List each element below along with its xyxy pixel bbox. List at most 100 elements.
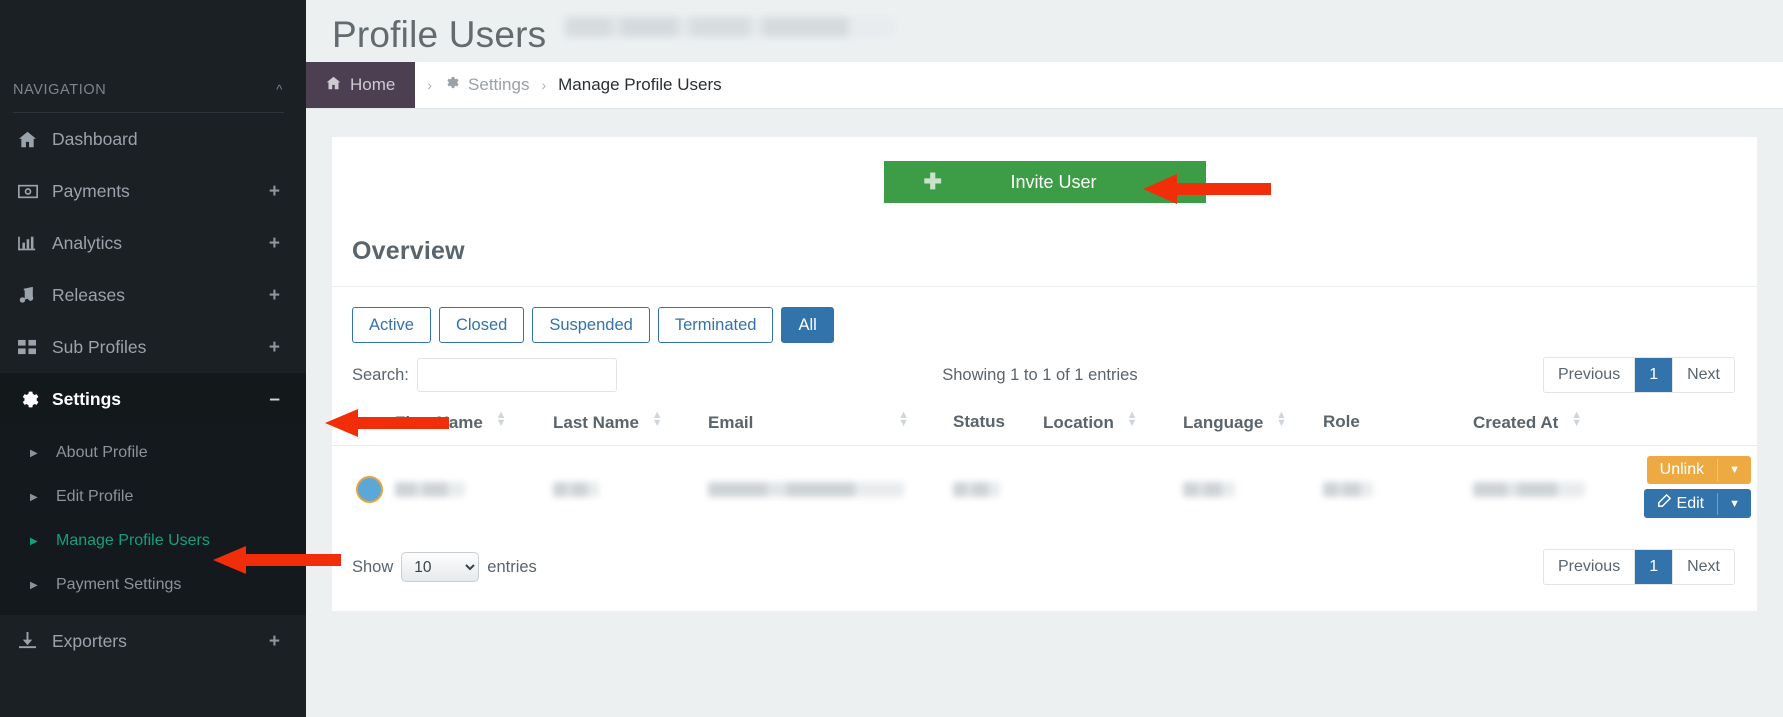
- plus-icon: ✚: [923, 169, 942, 194]
- entries-per-page-select[interactable]: 10: [401, 552, 480, 582]
- expander-minus-icon[interactable]: –: [269, 390, 280, 409]
- pagination-page-1-button[interactable]: 1: [1635, 550, 1674, 584]
- unlink-button-group: Unlink ▼: [1643, 456, 1751, 484]
- tab-all[interactable]: All: [781, 307, 834, 343]
- table-body: Unlink ▼ Edit ▼: [332, 446, 1757, 534]
- pagination-next-button[interactable]: Next: [1673, 358, 1734, 392]
- column-avatar: [332, 403, 389, 446]
- edit-label: Edit: [1676, 494, 1705, 512]
- edit-button-group: Edit ▼: [1643, 489, 1751, 518]
- column-label: Role: [1323, 412, 1360, 431]
- breadcrumb-home[interactable]: Home: [306, 62, 416, 108]
- sidebar-subitem-label: About Profile: [56, 444, 148, 461]
- sort-icon: ▲ ▼: [651, 409, 663, 429]
- unlink-button[interactable]: Unlink ▼: [1646, 456, 1751, 484]
- chevron-down-icon[interactable]: ▼: [1717, 459, 1751, 481]
- page-subtitle-redacted: [564, 17, 895, 37]
- column-actions: [1637, 403, 1757, 446]
- sort-icon: ▲ ▼: [1126, 409, 1138, 429]
- tab-suspended[interactable]: Suspended: [532, 307, 650, 343]
- sidebar-subitem-about-profile[interactable]: ▶ About Profile: [0, 431, 306, 475]
- redacted-value: [553, 482, 599, 497]
- sort-icon: ▲ ▼: [898, 409, 909, 429]
- breadcrumb-settings[interactable]: Settings: [444, 62, 529, 108]
- cell-language: [1177, 446, 1317, 534]
- column-location[interactable]: Location ▲ ▼: [1037, 403, 1177, 446]
- app-root: NAVIGATION ^ Dashboard Payments + Analyt…: [0, 0, 1783, 717]
- invite-row: ✚ Invite User: [332, 137, 1757, 223]
- pencil-icon: [1657, 493, 1671, 513]
- chevron-down-icon[interactable]: ▼: [1717, 492, 1751, 515]
- tab-label: Active: [369, 315, 414, 334]
- column-status: Status: [947, 403, 1037, 446]
- sidebar-item-dashboard[interactable]: Dashboard: [0, 113, 306, 165]
- redacted-value: [1323, 482, 1373, 497]
- sidebar-subitem-payment-settings[interactable]: ▶ Payment Settings: [0, 563, 306, 607]
- expander-plus-icon[interactable]: +: [269, 632, 280, 651]
- column-first-name[interactable]: First Name ▲ ▼: [389, 403, 547, 446]
- chevron-up-icon[interactable]: ^: [276, 82, 283, 97]
- expander-plus-icon[interactable]: +: [269, 286, 280, 305]
- column-label: Created At: [1473, 413, 1559, 432]
- column-role: Role: [1317, 403, 1467, 446]
- cell-email: [702, 446, 947, 534]
- bar-chart-icon: [18, 235, 52, 252]
- tab-terminated[interactable]: Terminated: [657, 307, 774, 343]
- sidebar-item-label: Settings: [52, 388, 122, 409]
- column-label: Status: [953, 412, 1005, 431]
- sidebar-item-releases[interactable]: Releases +: [0, 269, 306, 321]
- column-label: Email: [708, 413, 754, 432]
- expander-plus-icon[interactable]: +: [269, 234, 280, 253]
- sidebar-subitem-manage-profile-users[interactable]: ▶ Manage Profile Users: [0, 519, 306, 563]
- expander-plus-icon[interactable]: +: [269, 182, 280, 201]
- sidebar-item-settings[interactable]: Settings –: [0, 373, 306, 425]
- sidebar-item-label: Payments: [52, 180, 130, 201]
- redacted-value: [708, 482, 904, 497]
- pagination-page-1-button[interactable]: 1: [1635, 358, 1674, 392]
- redacted-value: [1473, 482, 1585, 497]
- breadcrumb-current-label: Manage Profile Users: [558, 75, 722, 94]
- table-header-row: First Name ▲ ▼ Last Name ▲ ▼ Email ▲ ▼ S…: [332, 403, 1757, 446]
- column-language[interactable]: Language ▲ ▼: [1177, 403, 1317, 446]
- cell-status: [947, 446, 1037, 534]
- cell-last-name: [547, 446, 702, 534]
- pagination-previous-button[interactable]: Previous: [1543, 358, 1636, 392]
- column-last-name[interactable]: Last Name ▲ ▼: [547, 403, 702, 446]
- invite-user-button[interactable]: ✚ Invite User: [883, 161, 1206, 203]
- navigation-heading-label: NAVIGATION: [13, 82, 107, 98]
- redacted-value: [395, 482, 465, 497]
- music-note-icon: [18, 286, 52, 304]
- sort-icon: ▲ ▼: [1276, 409, 1287, 429]
- status-filter-tabs: Active Closed Suspended Terminated All: [332, 287, 1757, 343]
- pagination-previous-button[interactable]: Previous: [1543, 550, 1636, 584]
- expander-plus-icon[interactable]: +: [269, 338, 280, 357]
- profile-users-table: First Name ▲ ▼ Last Name ▲ ▼ Email ▲ ▼ S…: [332, 403, 1757, 533]
- table-controls: Search: Showing 1 to 1 of 1 entries Prev…: [332, 343, 1757, 393]
- cell-location: [1037, 446, 1177, 534]
- sidebar-item-label: Exporters: [52, 630, 127, 651]
- grid-icon: [18, 339, 52, 356]
- sidebar-item-payments[interactable]: Payments +: [0, 165, 306, 217]
- sidebar-subitem-label: Edit Profile: [56, 488, 134, 505]
- main-content: Profile Users Home › Settings › Manage P…: [306, 0, 1783, 717]
- breadcrumb-home-label: Home: [350, 75, 396, 94]
- tab-label: Closed: [455, 315, 508, 334]
- tab-closed[interactable]: Closed: [438, 307, 525, 343]
- sidebar-item-exporters[interactable]: Exporters +: [0, 615, 306, 667]
- page-header: Profile Users: [306, 0, 1783, 62]
- sidebar-item-analytics[interactable]: Analytics +: [0, 217, 306, 269]
- tab-active[interactable]: Active: [352, 307, 431, 343]
- sidebar-item-sub-profiles[interactable]: Sub Profiles +: [0, 321, 306, 373]
- breadcrumb-separator: ›: [427, 77, 433, 93]
- caret-right-icon: ▶: [30, 447, 38, 459]
- sidebar-item-label: Releases: [52, 284, 125, 305]
- edit-button[interactable]: Edit ▼: [1643, 489, 1751, 518]
- sidebar-subitem-edit-profile[interactable]: ▶ Edit Profile: [0, 475, 306, 519]
- pagination-next-button[interactable]: Next: [1673, 550, 1734, 584]
- column-created-at[interactable]: Created At ▲ ▼: [1467, 403, 1637, 446]
- users-panel: ✚ Invite User Overview Active Closed Sus…: [332, 137, 1757, 611]
- column-email[interactable]: Email ▲ ▼: [702, 403, 947, 446]
- breadcrumb-settings-label: Settings: [468, 75, 530, 94]
- cell-avatar: [332, 446, 389, 534]
- sort-icon: ▲ ▼: [1571, 409, 1582, 429]
